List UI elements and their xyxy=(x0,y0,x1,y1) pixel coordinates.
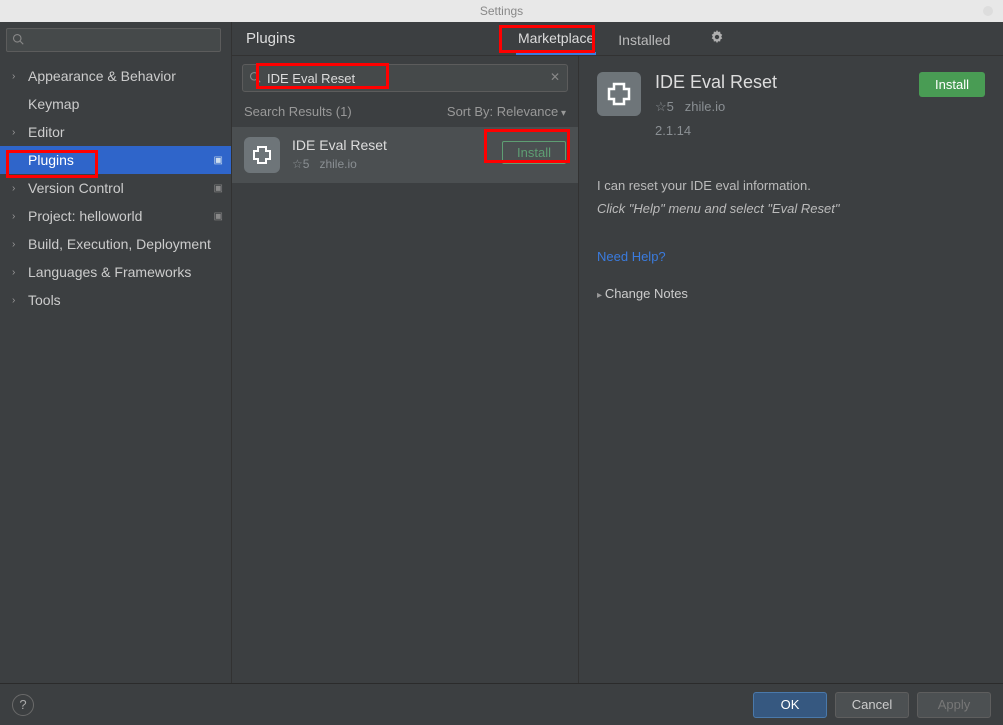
tree-item-label: Version Control xyxy=(28,180,124,196)
tree-item-label: Plugins xyxy=(28,152,74,168)
tree-item-appearance[interactable]: ›Appearance & Behavior xyxy=(0,62,231,90)
ok-button[interactable]: OK xyxy=(753,692,827,718)
need-help-link[interactable]: Need Help? xyxy=(597,249,666,264)
tree-item-label: Editor xyxy=(28,124,65,140)
plugin-result-name: IDE Eval Reset xyxy=(292,137,490,153)
tree-item-label: Project: helloworld xyxy=(28,208,142,224)
change-notes-toggle[interactable]: Change Notes xyxy=(597,286,985,301)
sort-by-dropdown[interactable]: Sort By: Relevance xyxy=(447,104,566,119)
tree-item-label: Build, Execution, Deployment xyxy=(28,236,211,252)
settings-tree: ›Appearance & Behavior ›Keymap ›Editor ›… xyxy=(0,58,231,683)
content-panel: Plugins Marketplace Installed ✕ xyxy=(232,22,1003,683)
tree-item-editor[interactable]: ›Editor xyxy=(0,118,231,146)
tab-marketplace[interactable]: Marketplace xyxy=(516,22,596,55)
tab-installed[interactable]: Installed xyxy=(616,24,672,54)
plugin-detail-panel: IDE Eval Reset ☆5 zhile.io 2.1.14 Instal… xyxy=(579,56,1003,683)
tree-item-label: Tools xyxy=(28,292,61,308)
tree-item-plugins[interactable]: ›Plugins ▣ xyxy=(0,146,231,174)
project-tag-icon: ▣ xyxy=(214,183,223,194)
cancel-button[interactable]: Cancel xyxy=(835,692,909,718)
project-tag-icon: ▣ xyxy=(214,211,223,222)
tree-item-build[interactable]: ›Build, Execution, Deployment xyxy=(0,230,231,258)
tree-item-keymap[interactable]: ›Keymap xyxy=(0,90,231,118)
help-button[interactable]: ? xyxy=(12,694,34,716)
tree-item-label: Appearance & Behavior xyxy=(28,68,176,84)
plugin-version: 2.1.14 xyxy=(655,123,905,138)
tree-item-version-control[interactable]: ›Version Control ▣ xyxy=(0,174,231,202)
plugin-description-line: I can reset your IDE eval information. xyxy=(597,174,985,197)
plugin-detail-title: IDE Eval Reset xyxy=(655,72,905,93)
tree-item-label: Keymap xyxy=(28,96,79,112)
tree-item-languages[interactable]: ›Languages & Frameworks xyxy=(0,258,231,286)
plugin-rating: ☆5 xyxy=(292,157,309,171)
dialog-footer: ? OK Cancel Apply xyxy=(0,683,1003,725)
plugin-description-line: Click "Help" menu and select "Eval Reset… xyxy=(597,197,985,220)
settings-sidebar: ›Appearance & Behavior ›Keymap ›Editor ›… xyxy=(0,22,232,683)
plugin-icon xyxy=(597,72,641,116)
plugin-vendor: zhile.io xyxy=(319,157,356,171)
apply-button: Apply xyxy=(917,692,991,718)
search-icon xyxy=(12,33,24,48)
page-title: Plugins xyxy=(246,30,436,47)
close-icon[interactable] xyxy=(983,6,993,16)
tree-item-project[interactable]: ›Project: helloworld ▣ xyxy=(0,202,231,230)
title-bar: Settings xyxy=(0,0,1003,22)
tree-item-label: Languages & Frameworks xyxy=(28,264,191,280)
search-results-panel: ✕ Search Results (1) Sort By: Relevance … xyxy=(232,56,579,683)
install-button[interactable]: Install xyxy=(919,72,985,97)
project-tag-icon: ▣ xyxy=(214,155,223,166)
plugin-rating: ☆5 xyxy=(655,99,674,114)
plugin-result-item[interactable]: IDE Eval Reset ☆5 zhile.io Install xyxy=(232,127,578,183)
clear-icon[interactable]: ✕ xyxy=(550,70,560,84)
tree-item-tools[interactable]: ›Tools xyxy=(0,286,231,314)
plugin-search-input[interactable] xyxy=(242,64,568,92)
window-title: Settings xyxy=(480,4,523,18)
plugin-vendor: zhile.io xyxy=(685,99,725,114)
gear-icon[interactable] xyxy=(710,30,724,47)
results-count: Search Results (1) xyxy=(244,104,352,119)
plugin-icon xyxy=(244,137,280,173)
search-icon xyxy=(249,71,261,86)
install-button[interactable]: Install xyxy=(502,141,566,164)
sidebar-search-input[interactable] xyxy=(6,28,221,52)
